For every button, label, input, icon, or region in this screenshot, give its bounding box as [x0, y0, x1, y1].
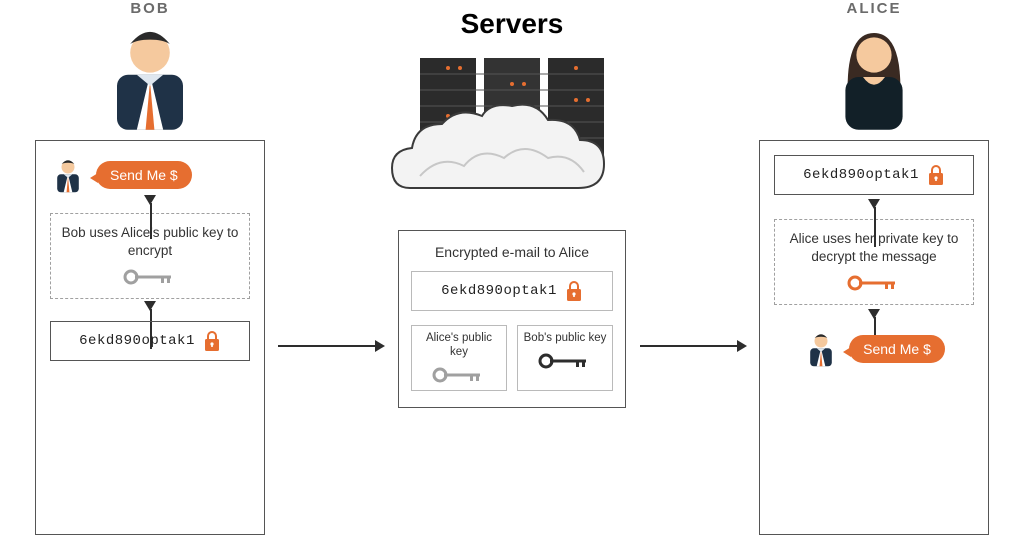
key-icon — [847, 274, 901, 292]
key-icon — [432, 366, 486, 384]
bob-public-key-label: Bob's public key — [524, 332, 607, 346]
ciphertext: 6ekd890optak1 — [441, 283, 557, 299]
public-keys-row: Alice's public key Bob's public key — [411, 325, 613, 391]
speech-bubble: Send Me $ — [96, 161, 192, 189]
server-panel: Encrypted e-mail to Alice 6ekd890optak1 … — [398, 230, 626, 408]
man-avatar-icon — [803, 329, 839, 369]
arrow-right-icon — [278, 345, 383, 347]
alice-public-key-cell: Alice's public key — [411, 325, 507, 391]
key-icon — [538, 352, 592, 370]
lock-icon — [927, 164, 945, 186]
lock-icon — [203, 330, 221, 352]
alice-public-key-label: Alice's public key — [416, 332, 502, 360]
ciphertext: 6ekd890optak1 — [803, 167, 919, 183]
woman-avatar-icon — [819, 22, 929, 132]
column-header-alice: ALICE — [774, 0, 974, 17]
bob-flow-panel: Send Me $ Bob uses Alice's public key to… — [35, 140, 265, 535]
man-avatar-icon — [95, 22, 205, 132]
speech-bubble: Send Me $ — [849, 335, 945, 363]
server-ciphertext-box: 6ekd890optak1 — [411, 271, 613, 311]
alice-ciphertext-box: 6ekd890optak1 — [774, 155, 974, 195]
key-icon — [123, 268, 177, 286]
arrow-right-icon — [640, 345, 745, 347]
alice-flow-panel: 6ekd890optak1 Alice uses her private key… — [759, 140, 989, 535]
alice-receive-row: Send Me $ — [774, 329, 974, 369]
column-header-bob: BOB — [50, 0, 250, 17]
ciphertext: 6ekd890optak1 — [79, 333, 195, 349]
column-header-servers: Servers — [390, 8, 634, 40]
bob-compose-row: Send Me $ — [50, 155, 250, 195]
lock-icon — [565, 280, 583, 302]
bob-public-key-cell: Bob's public key — [517, 325, 613, 391]
bob-ciphertext-box: 6ekd890optak1 — [50, 321, 250, 361]
server-rack-icon — [390, 48, 634, 218]
server-caption: Encrypted e-mail to Alice — [435, 243, 589, 261]
man-avatar-icon — [50, 155, 86, 195]
